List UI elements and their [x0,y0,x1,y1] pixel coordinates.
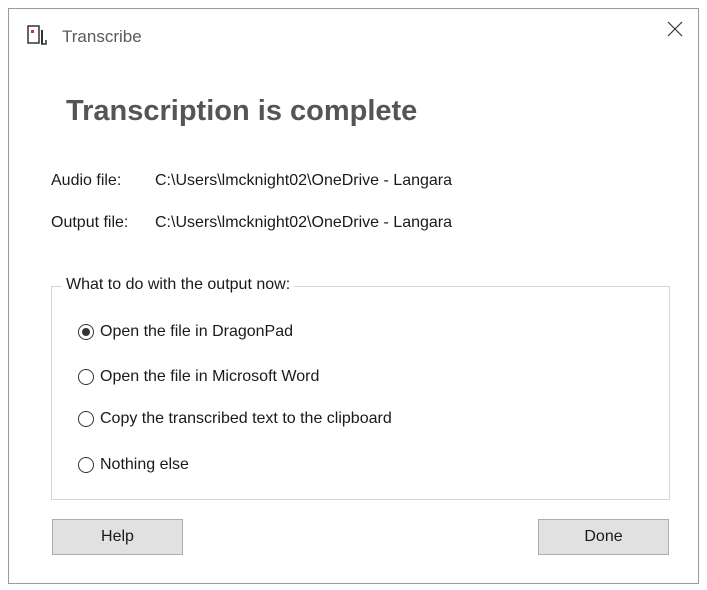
option-label: Open the file in Microsoft Word [100,368,320,385]
audio-file-row: Audio file: C:\Users\lmcknight02\OneDrive… [51,172,452,190]
radio-button[interactable] [78,369,94,385]
audio-file-label: Audio file: [51,172,122,189]
audio-file-path: C:\Users\lmcknight02\OneDrive - Langara [155,172,453,189]
option-copy-clipboard[interactable]: Copy the transcribed text to the clipboa… [78,410,392,428]
page-title: Transcription is complete [66,95,418,127]
close-button[interactable] [652,9,698,53]
transcribe-app-icon [27,25,49,47]
radio-button[interactable] [78,411,94,427]
option-open-word[interactable]: Open the file in Microsoft Word [78,368,319,386]
title-bar: Transcribe [9,9,698,53]
option-label: Copy the transcribed text to the clipboa… [100,410,392,427]
transcribe-dialog: Transcribe Transcription is complete Aud… [8,8,699,584]
option-label: Nothing else [100,456,189,473]
close-icon [667,21,683,42]
radio-button-checked[interactable] [78,324,94,340]
output-options-group: What to do with the output now: Open the… [51,276,670,500]
radio-button[interactable] [78,457,94,473]
done-button[interactable]: Done [538,519,669,555]
options-legend: What to do with the output now: [62,276,295,294]
help-button[interactable]: Help [52,519,183,555]
option-open-dragonpad[interactable]: Open the file in DragonPad [78,323,293,341]
output-file-row: Output file: C:\Users\lmcknight02\OneDriv… [51,214,452,232]
option-label: Open the file in DragonPad [100,323,294,340]
output-file-label: Output file: [51,214,129,231]
window-title: Transcribe [62,27,142,46]
option-nothing-else[interactable]: Nothing else [78,456,189,474]
output-file-path: C:\Users\lmcknight02\OneDrive - Langara [155,214,453,231]
